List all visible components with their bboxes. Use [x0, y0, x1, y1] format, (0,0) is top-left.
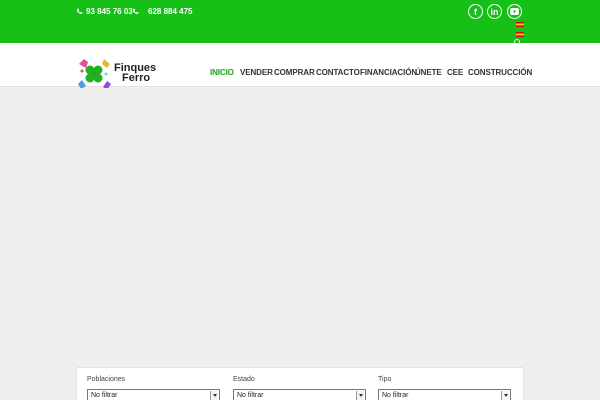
chevron-down-icon	[501, 391, 509, 400]
phone-icon	[77, 8, 83, 14]
phone-1[interactable]: 93 845 76 03	[76, 7, 133, 16]
filter-select-estado[interactable]: No filtrar	[233, 389, 366, 400]
phone-2-number: 628 884 475	[148, 7, 193, 16]
nav-item-construccion[interactable]: CONSTRUCCIÓN	[468, 68, 532, 77]
filter-value-estado: No filtrar	[237, 392, 264, 399]
nav-item-contacto[interactable]: CONTACTO	[316, 68, 360, 77]
filter-value-poblaciones: No filtrar	[91, 392, 118, 399]
chevron-down-icon	[356, 391, 364, 400]
filter-label-estado: Estado	[233, 376, 255, 383]
facebook-icon[interactable]: f	[468, 4, 483, 19]
filter-select-tipo[interactable]: No filtrar	[378, 389, 511, 400]
filter-value-tipo: No filtrar	[382, 392, 409, 399]
main-nav: INICIO VENDER COMPRAR CONTACTO FINANCIAC…	[0, 68, 600, 80]
catalan-flag-icon[interactable]	[516, 32, 524, 37]
property-filters: Poblaciones No filtrar Estado No filtrar…	[76, 367, 524, 400]
nav-item-comprar[interactable]: COMPRAR	[274, 68, 315, 77]
linkedin-icon[interactable]: in	[487, 4, 502, 19]
site-header: Finques Ferro	[0, 43, 600, 90]
nav-item-vender[interactable]: VENDER	[240, 68, 273, 77]
filter-select-poblaciones[interactable]: No filtrar	[87, 389, 220, 400]
spanish-flag-icon[interactable]	[516, 22, 524, 27]
nav-item-unete[interactable]: ÚNETE	[415, 68, 442, 77]
nav-item-financiacion[interactable]: FINANCIACIÓN	[360, 68, 417, 77]
filter-label-poblaciones: Poblaciones	[87, 376, 126, 383]
mobile-phone-icon	[133, 8, 139, 14]
filter-label-tipo: Tipo	[378, 376, 392, 383]
nav-item-cee[interactable]: CEE	[447, 68, 463, 77]
hero-area	[0, 88, 600, 400]
phone-2[interactable]: 628 884 475	[132, 7, 193, 16]
nav-item-inicio[interactable]: INICIO	[210, 68, 234, 77]
phone-1-number: 93 845 76 03	[86, 7, 133, 16]
top-bar: 93 845 76 03 628 884 475 f in	[0, 0, 600, 45]
youtube-icon[interactable]	[507, 4, 522, 19]
chevron-down-icon	[210, 391, 218, 400]
